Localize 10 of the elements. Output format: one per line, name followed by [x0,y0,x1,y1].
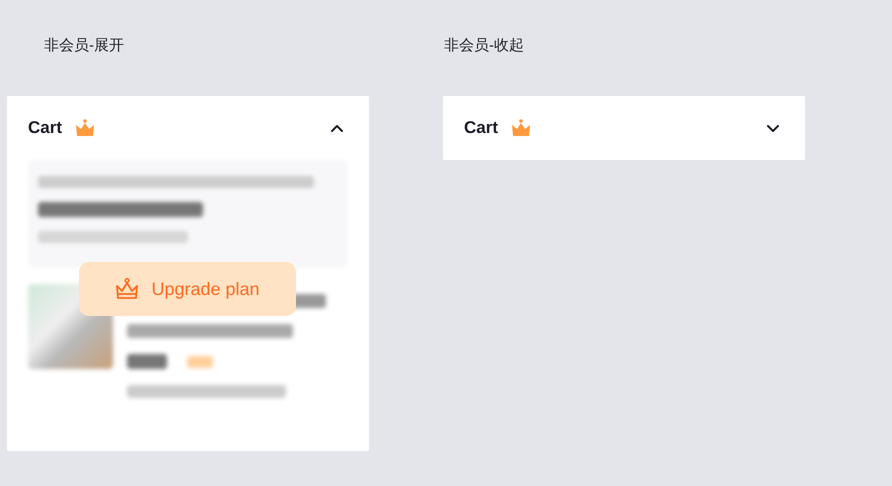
variant-caption: 非会员-收起 [444,36,525,56]
chevron-down-icon [766,124,780,132]
chevron-up-icon [330,124,344,132]
cart-title: Cart [464,118,498,138]
crown-icon [115,278,140,300]
cart-title: Cart [28,118,62,138]
variant-caption: 非会员-展开 [44,36,125,56]
upgrade-plan-button[interactable]: Upgrade plan [79,262,296,316]
crown-icon [511,119,532,137]
crown-icon [75,119,96,137]
